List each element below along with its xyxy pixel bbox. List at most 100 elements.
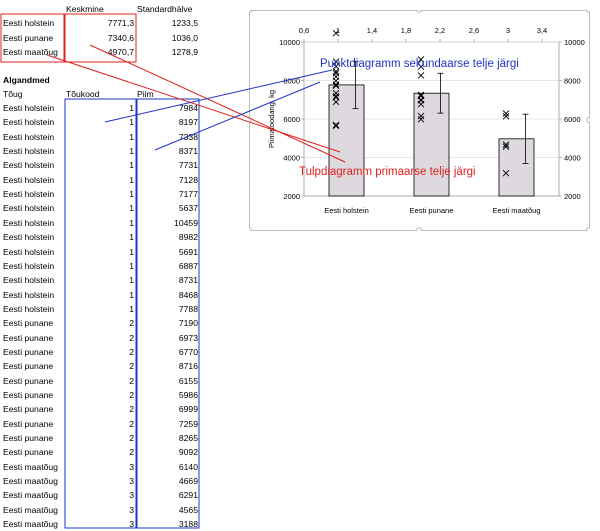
raw-breed-cell[interactable]: Eesti maatõug <box>3 503 63 517</box>
raw-code-cell[interactable]: 3 <box>66 503 134 517</box>
summary-breed-cell[interactable]: Eesti holstein <box>3 16 63 30</box>
raw-code-cell[interactable]: 1 <box>66 230 134 244</box>
raw-milk-cell[interactable]: 7788 <box>137 302 198 316</box>
raw-breed-cell[interactable]: Eesti holstein <box>3 259 63 273</box>
raw-breed-cell[interactable]: Eesti punane <box>3 316 63 330</box>
raw-milk-cell[interactable]: 7984 <box>137 101 198 115</box>
raw-milk-cell[interactable]: 4565 <box>137 503 198 517</box>
raw-breed-cell[interactable]: Eesti holstein <box>3 201 63 215</box>
raw-code-cell[interactable]: 1 <box>66 101 134 115</box>
raw-milk-cell[interactable]: 6973 <box>137 331 198 345</box>
raw-breed-cell[interactable]: Eesti punane <box>3 388 63 402</box>
raw-code-cell[interactable]: 1 <box>66 288 134 302</box>
raw-breed-cell[interactable]: Eesti holstein <box>3 302 63 316</box>
raw-breed-cell[interactable]: Eesti holstein <box>3 115 63 129</box>
raw-milk-cell[interactable]: 4669 <box>137 474 198 488</box>
raw-breed-cell[interactable]: Eesti holstein <box>3 187 63 201</box>
raw-breed-cell[interactable]: Eesti holstein <box>3 173 63 187</box>
raw-breed-cell[interactable]: Eesti punane <box>3 345 63 359</box>
raw-code-cell[interactable]: 2 <box>66 359 134 373</box>
raw-code-cell[interactable]: 2 <box>66 374 134 388</box>
raw-breed-cell[interactable]: Eesti punane <box>3 374 63 388</box>
chart[interactable]: 2000 4000 6000 8000 10000 2000 4000 6000 8000 100… <box>249 10 590 231</box>
raw-header-code[interactable]: Tõukood <box>66 87 126 101</box>
raw-breed-cell[interactable]: Eesti holstein <box>3 288 63 302</box>
raw-breed-cell[interactable]: Eesti punane <box>3 359 63 373</box>
raw-milk-cell[interactable]: 5691 <box>137 245 198 259</box>
raw-code-cell[interactable]: 3 <box>66 488 134 502</box>
raw-breed-cell[interactable]: Eesti holstein <box>3 245 63 259</box>
raw-breed-cell[interactable]: Eesti punane <box>3 417 63 431</box>
raw-milk-cell[interactable]: 8731 <box>137 273 198 287</box>
raw-milk-cell[interactable]: 6999 <box>137 402 198 416</box>
raw-code-cell[interactable]: 1 <box>66 158 134 172</box>
raw-code-cell[interactable]: 1 <box>66 245 134 259</box>
raw-milk-cell[interactable]: 7177 <box>137 187 198 201</box>
raw-code-cell[interactable]: 3 <box>66 474 134 488</box>
raw-code-cell[interactable]: 2 <box>66 431 134 445</box>
raw-code-cell[interactable]: 1 <box>66 216 134 230</box>
raw-title[interactable]: Algandmed <box>3 73 83 87</box>
raw-code-cell[interactable]: 1 <box>66 130 134 144</box>
raw-code-cell[interactable]: 3 <box>66 460 134 474</box>
raw-code-cell[interactable]: 1 <box>66 201 134 215</box>
raw-breed-cell[interactable]: Eesti holstein <box>3 144 63 158</box>
raw-code-cell[interactable]: 1 <box>66 144 134 158</box>
raw-breed-cell[interactable]: Eesti holstein <box>3 130 63 144</box>
raw-breed-cell[interactable]: Eesti holstein <box>3 273 63 287</box>
raw-breed-cell[interactable]: Eesti maatõug <box>3 517 63 531</box>
raw-milk-cell[interactable]: 7259 <box>137 417 198 431</box>
raw-breed-cell[interactable]: Eesti maatõug <box>3 488 63 502</box>
raw-breed-cell[interactable]: Eesti holstein <box>3 158 63 172</box>
raw-breed-cell[interactable]: Eesti maatõug <box>3 460 63 474</box>
raw-milk-cell[interactable]: 7731 <box>137 158 198 172</box>
raw-milk-cell[interactable]: 6291 <box>137 488 198 502</box>
raw-milk-cell[interactable]: 8197 <box>137 115 198 129</box>
raw-code-cell[interactable]: 1 <box>66 173 134 187</box>
raw-milk-cell[interactable]: 6155 <box>137 374 198 388</box>
raw-code-cell[interactable]: 1 <box>66 302 134 316</box>
raw-milk-cell[interactable]: 8371 <box>137 144 198 158</box>
raw-milk-cell[interactable]: 8265 <box>137 431 198 445</box>
raw-milk-cell[interactable]: 5637 <box>137 201 198 215</box>
raw-milk-cell[interactable]: 6887 <box>137 259 198 273</box>
summary-breed-cell[interactable]: Eesti maatõug <box>3 45 63 59</box>
raw-milk-cell[interactable]: 7338 <box>137 130 198 144</box>
summary-mean-cell[interactable]: 7340,6 <box>66 31 134 45</box>
raw-code-cell[interactable]: 2 <box>66 316 134 330</box>
raw-milk-cell[interactable]: 3188 <box>137 517 198 531</box>
summary-sd-cell[interactable]: 1233,5 <box>137 16 198 30</box>
raw-breed-cell[interactable]: Eesti punane <box>3 331 63 345</box>
raw-breed-cell[interactable]: Eesti holstein <box>3 216 63 230</box>
raw-milk-cell[interactable]: 7128 <box>137 173 198 187</box>
raw-breed-cell[interactable]: Eesti punane <box>3 445 63 459</box>
raw-breed-cell[interactable]: Eesti punane <box>3 431 63 445</box>
raw-breed-cell[interactable]: Eesti holstein <box>3 101 63 115</box>
raw-milk-cell[interactable]: 7190 <box>137 316 198 330</box>
raw-milk-cell[interactable]: 8468 <box>137 288 198 302</box>
raw-code-cell[interactable]: 2 <box>66 345 134 359</box>
raw-code-cell[interactable]: 1 <box>66 259 134 273</box>
raw-milk-cell[interactable]: 6770 <box>137 345 198 359</box>
raw-code-cell[interactable]: 1 <box>66 187 134 201</box>
raw-header-breed[interactable]: Tõug <box>3 87 63 101</box>
summary-header-mean[interactable]: Keskmine <box>66 2 136 16</box>
raw-breed-cell[interactable]: Eesti holstein <box>3 230 63 244</box>
raw-milk-cell[interactable]: 6140 <box>137 460 198 474</box>
raw-code-cell[interactable]: 2 <box>66 402 134 416</box>
raw-breed-cell[interactable]: Eesti maatõug <box>3 474 63 488</box>
raw-milk-cell[interactable]: 9092 <box>137 445 198 459</box>
summary-mean-cell[interactable]: 4970,7 <box>66 45 134 59</box>
raw-code-cell[interactable]: 2 <box>66 331 134 345</box>
raw-milk-cell[interactable]: 5986 <box>137 388 198 402</box>
raw-code-cell[interactable]: 3 <box>66 517 134 531</box>
raw-code-cell[interactable]: 1 <box>66 115 134 129</box>
summary-breed-cell[interactable]: Eesti punane <box>3 31 63 45</box>
raw-code-cell[interactable]: 1 <box>66 273 134 287</box>
raw-code-cell[interactable]: 2 <box>66 388 134 402</box>
summary-header-sd[interactable]: Standardhälve <box>137 2 207 16</box>
summary-mean-cell[interactable]: 7771,3 <box>66 16 134 30</box>
summary-sd-cell[interactable]: 1278,9 <box>137 45 198 59</box>
raw-code-cell[interactable]: 2 <box>66 417 134 431</box>
raw-breed-cell[interactable]: Eesti punane <box>3 402 63 416</box>
